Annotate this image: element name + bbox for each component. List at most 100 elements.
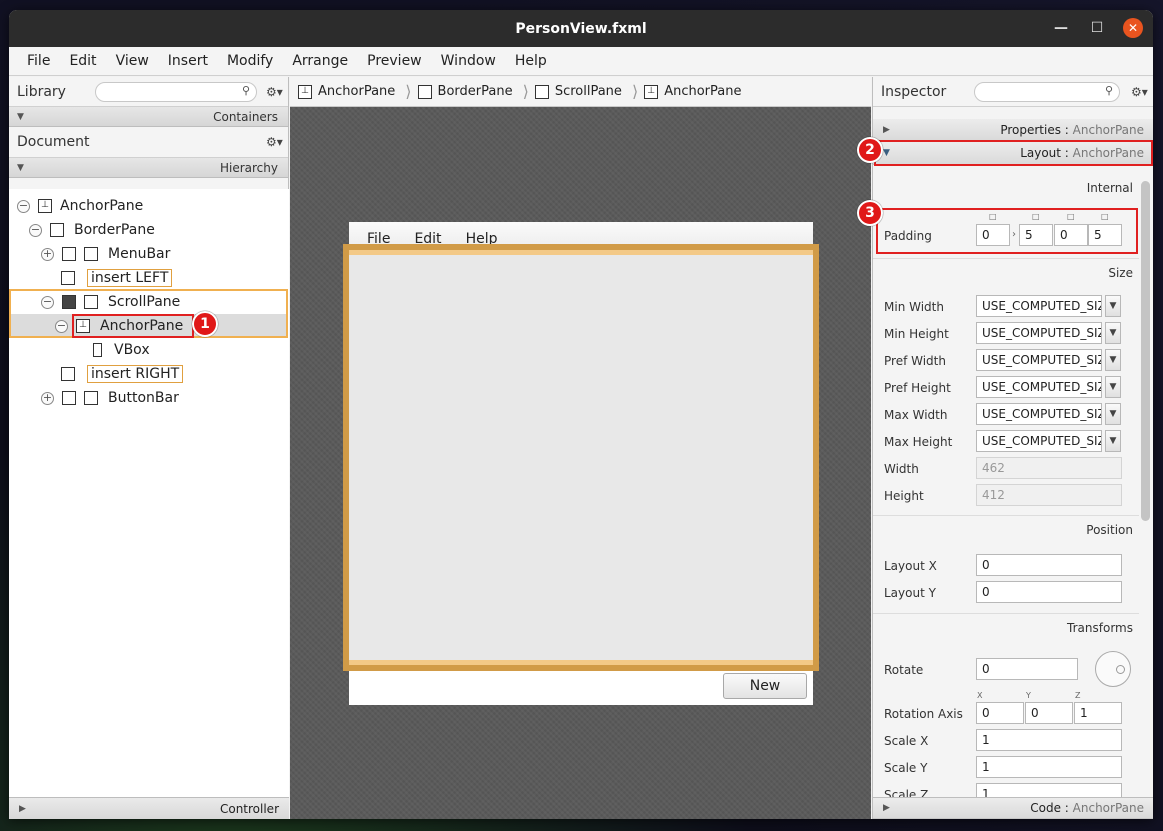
containers-section[interactable]: ▼ Containers	[9, 107, 288, 127]
expand-icon[interactable]: +	[41, 247, 54, 261]
min-width-field[interactable]: USE_COMPUTED_SIZE	[976, 295, 1102, 317]
layout-y-field[interactable]: 0	[976, 581, 1122, 603]
window-title: PersonView.fxml	[515, 20, 647, 37]
padding-left-field[interactable]: 5	[1088, 224, 1122, 246]
height-field: 412	[976, 484, 1122, 506]
inspector-scrollbar[interactable]	[1141, 181, 1150, 521]
rotate-knob-icon[interactable]	[1095, 651, 1131, 687]
hierarchy-tree: − ⊥ AnchorPane − BorderPane + MenuBar in…	[9, 189, 289, 797]
breadcrumb-item-borderpane[interactable]: BorderPane	[417, 84, 513, 99]
pref-height-field[interactable]: USE_COMPUTED_SIZE	[976, 376, 1102, 398]
design-canvas[interactable]: File Edit Help New	[290, 107, 871, 819]
chevron-down-icon[interactable]: ▼	[1105, 403, 1121, 425]
chevron-right-icon: ⟩	[522, 82, 529, 101]
tree-label: ButtonBar	[108, 390, 179, 406]
anchorpane-icon: ⊥	[298, 84, 312, 99]
max-width-field[interactable]: USE_COMPUTED_SIZE	[976, 403, 1102, 425]
annotation-badge-1: 1	[192, 311, 218, 337]
rotation-axis-label: Rotation Axis	[884, 707, 963, 721]
min-height-field[interactable]: USE_COMPUTED_SIZE	[976, 322, 1102, 344]
chevron-down-icon[interactable]: ▼	[1105, 322, 1121, 344]
collapse-icon[interactable]: −	[55, 319, 68, 333]
menu-window[interactable]: Window	[433, 53, 506, 69]
breadcrumb-item-anchorpane-child[interactable]: ⊥ AnchorPane	[644, 84, 741, 99]
tree-item-insert-right[interactable]: insert RIGHT	[61, 362, 184, 386]
collapse-icon[interactable]: −	[41, 295, 54, 309]
inspector-search-input[interactable]: ⚲	[974, 82, 1120, 102]
tree-item-menubar[interactable]: + MenuBar	[41, 242, 170, 266]
inspector-title: Inspector	[881, 83, 947, 100]
layout-preview[interactable]: File Edit Help New	[343, 222, 819, 705]
containers-label: Containers	[213, 109, 278, 124]
expand-triangle-icon: ▶	[883, 124, 890, 135]
collapse-triangle-icon: ▼	[17, 111, 24, 122]
properties-section[interactable]: ▶ Properties : AnchorPane	[873, 119, 1153, 141]
expand-icon[interactable]: +	[41, 391, 54, 405]
max-width-label: Max Width	[884, 408, 948, 422]
code-section[interactable]: ▶ Code : AnchorPane	[873, 797, 1153, 819]
padding-bottom-field[interactable]: 0	[1054, 224, 1088, 246]
tree-item-borderpane[interactable]: − BorderPane	[29, 218, 155, 242]
inspector-panel: Inspector ⚲ ⚙▾ ▶ Properties : AnchorPane…	[857, 77, 1153, 819]
hierarchy-section[interactable]: ▼ Hierarchy	[9, 158, 288, 178]
properties-target: AnchorPane	[1072, 122, 1144, 137]
close-icon[interactable]: ✕	[1123, 18, 1143, 38]
padding-top-field[interactable]: 0	[976, 224, 1010, 246]
new-button[interactable]: New	[723, 673, 807, 699]
scale-y-field[interactable]: 1	[976, 756, 1122, 778]
menu-preview[interactable]: Preview	[359, 53, 432, 69]
rotation-axis-x-field[interactable]: 0	[976, 702, 1024, 724]
menu-insert[interactable]: Insert	[160, 53, 218, 69]
min-width-label: Min Width	[884, 300, 944, 314]
collapse-icon[interactable]: −	[17, 199, 30, 213]
breadcrumb-item-anchorpane[interactable]: ⊥ AnchorPane	[298, 84, 395, 99]
layout-y-label: Layout Y	[884, 586, 936, 600]
app-window: PersonView.fxml — ☐ ✕ File Edit View Ins…	[9, 10, 1153, 819]
tree-label: VBox	[114, 342, 150, 358]
inspector-gear-icon[interactable]: ⚙▾	[1131, 85, 1148, 99]
tree-item-insert-left[interactable]: insert LEFT	[61, 266, 173, 290]
tree-item-buttonbar[interactable]: + ButtonBar	[41, 386, 179, 410]
axis-y-label: Y	[1026, 691, 1031, 700]
menu-help[interactable]: Help	[507, 53, 557, 69]
menu-file[interactable]: File	[19, 53, 60, 69]
tree-item-anchorpane-root[interactable]: − ⊥ AnchorPane	[17, 194, 143, 218]
menu-edit[interactable]: Edit	[61, 53, 106, 69]
minimize-icon[interactable]: —	[1051, 18, 1071, 38]
rotation-axis-z-field[interactable]: 1	[1074, 702, 1122, 724]
breadcrumb-label: AnchorPane	[664, 84, 742, 99]
menu-arrange[interactable]: Arrange	[284, 53, 358, 69]
library-title: Library	[17, 83, 66, 100]
document-gear-icon[interactable]: ⚙▾	[266, 135, 283, 149]
controller-section[interactable]: ▶ Controller	[9, 797, 289, 819]
selected-anchorpane-preview[interactable]	[343, 244, 819, 671]
library-gear-icon[interactable]: ⚙▾	[266, 85, 283, 99]
library-header: Library ⚲ ⚙▾	[9, 77, 288, 107]
breadcrumb-item-scrollpane[interactable]: ScrollPane	[534, 84, 622, 99]
menu-modify[interactable]: Modify	[219, 53, 283, 69]
scale-x-field[interactable]: 1	[976, 729, 1122, 751]
chevron-down-icon[interactable]: ▼	[1105, 430, 1121, 452]
padding-right-field[interactable]: 5	[1019, 224, 1053, 246]
tree-label: ScrollPane	[108, 294, 181, 310]
menu-view[interactable]: View	[108, 53, 159, 69]
scale-z-field[interactable]: 1	[976, 783, 1122, 797]
tree-item-scrollpane[interactable]: − ScrollPane	[41, 290, 180, 314]
max-height-field[interactable]: USE_COMPUTED_SIZE	[976, 430, 1102, 452]
internal-subheader: Internal	[1086, 181, 1133, 195]
properties-label: Properties	[1000, 122, 1061, 137]
chevron-down-icon[interactable]: ▼	[1105, 295, 1121, 317]
insert-left-label: insert LEFT	[87, 269, 173, 287]
rotate-field[interactable]: 0	[976, 658, 1078, 680]
maximize-icon[interactable]: ☐	[1087, 18, 1107, 38]
chevron-down-icon[interactable]: ▼	[1105, 376, 1121, 398]
collapse-icon[interactable]: −	[29, 223, 42, 237]
pref-width-field[interactable]: USE_COMPUTED_SIZE	[976, 349, 1102, 371]
rotation-axis-y-field[interactable]: 0	[1025, 702, 1073, 724]
layout-x-field[interactable]: 0	[976, 554, 1122, 576]
tree-item-vbox[interactable]: VBox	[93, 338, 150, 362]
chevron-down-icon[interactable]: ▼	[1105, 349, 1121, 371]
library-search-input[interactable]: ⚲	[95, 82, 257, 102]
insert-right-label: insert RIGHT	[87, 365, 184, 383]
pref-height-label: Pref Height	[884, 381, 951, 395]
